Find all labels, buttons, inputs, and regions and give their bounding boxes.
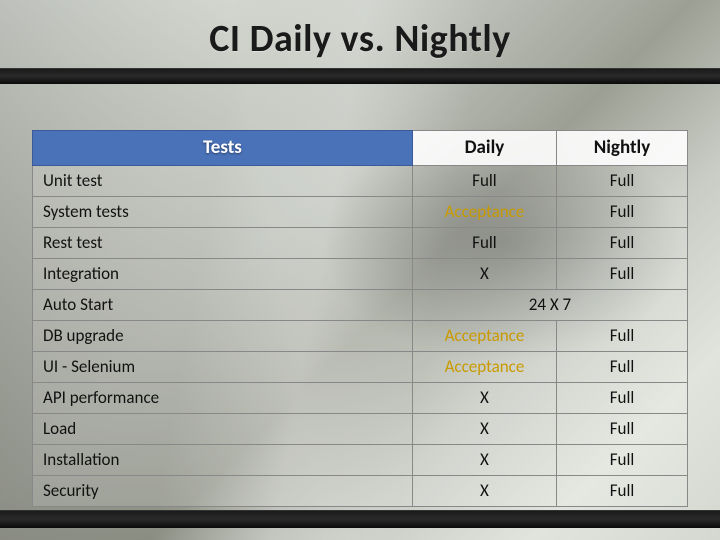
daily-cell: Full	[412, 166, 556, 197]
table-row: System testsAcceptanceFull	[33, 197, 688, 228]
daily-cell: X	[412, 383, 556, 414]
nightly-cell: Full	[556, 321, 687, 352]
daily-cell: Full	[412, 228, 556, 259]
test-name-cell: Rest test	[33, 228, 413, 259]
table-row: UI - SeleniumAcceptanceFull	[33, 352, 688, 383]
daily-cell: Acceptance	[412, 352, 556, 383]
col-header-daily: Daily	[412, 131, 556, 166]
test-name-cell: Auto Start	[33, 290, 413, 321]
test-name-cell: Installation	[33, 445, 413, 476]
table-row: IntegrationXFull	[33, 259, 688, 290]
test-name-cell: Integration	[33, 259, 413, 290]
nightly-cell: Full	[556, 228, 687, 259]
span-value-cell: 24 X 7	[412, 290, 687, 321]
test-name-cell: UI - Selenium	[33, 352, 413, 383]
nightly-cell: Full	[556, 259, 687, 290]
nightly-cell: Full	[556, 476, 687, 507]
daily-cell: X	[412, 414, 556, 445]
nightly-cell: Full	[556, 166, 687, 197]
nightly-cell: Full	[556, 414, 687, 445]
col-header-tests: Tests	[33, 131, 413, 166]
daily-cell: X	[412, 476, 556, 507]
table-row: API performanceXFull	[33, 383, 688, 414]
test-name-cell: Unit test	[33, 166, 413, 197]
table-header-row: Tests Daily Nightly	[33, 131, 688, 166]
nightly-cell: Full	[556, 197, 687, 228]
table-row: LoadXFull	[33, 414, 688, 445]
table-row: Rest testFullFull	[33, 228, 688, 259]
daily-cell: Acceptance	[412, 321, 556, 352]
test-name-cell: System tests	[33, 197, 413, 228]
nightly-cell: Full	[556, 445, 687, 476]
table-row: SecurityXFull	[33, 476, 688, 507]
nightly-cell: Full	[556, 352, 687, 383]
comparison-table-container: Tests Daily Nightly Unit testFullFullSys…	[32, 130, 688, 507]
test-name-cell: Security	[33, 476, 413, 507]
table-row: DB upgradeAcceptanceFull	[33, 321, 688, 352]
table-row: Unit testFullFull	[33, 166, 688, 197]
daily-cell: X	[412, 445, 556, 476]
comparison-table: Tests Daily Nightly Unit testFullFullSys…	[32, 130, 688, 507]
test-name-cell: DB upgrade	[33, 321, 413, 352]
col-header-nightly: Nightly	[556, 131, 687, 166]
test-name-cell: API performance	[33, 383, 413, 414]
daily-cell: X	[412, 259, 556, 290]
table-row: Auto Start24 X 7	[33, 290, 688, 321]
page-title: CI Daily vs. Nightly	[0, 16, 720, 62]
table-row: InstallationXFull	[33, 445, 688, 476]
nightly-cell: Full	[556, 383, 687, 414]
test-name-cell: Load	[33, 414, 413, 445]
daily-cell: Acceptance	[412, 197, 556, 228]
